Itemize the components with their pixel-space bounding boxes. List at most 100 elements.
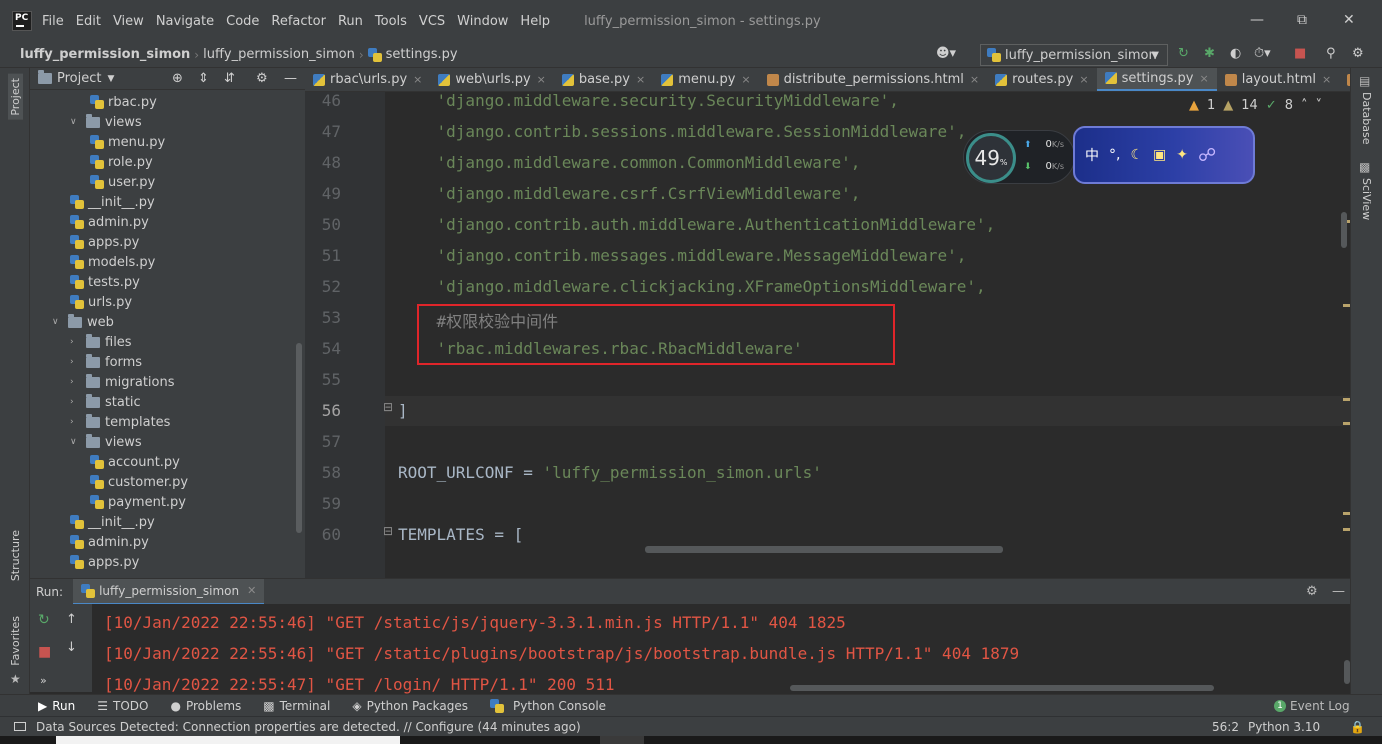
breadcrumb-file[interactable]: settings.py: [386, 47, 458, 62]
previous-highlight-icon[interactable]: ˄: [1301, 98, 1308, 113]
chevron-right-icon[interactable]: ›: [70, 337, 82, 347]
close-tab-icon[interactable]: ✕: [247, 584, 256, 597]
project-tool-tab[interactable]: Project: [8, 74, 23, 120]
python-packages-tool-tab[interactable]: ◈ Python Packages: [352, 699, 468, 713]
tree-file[interactable]: account.py: [90, 452, 180, 472]
more-actions-icon[interactable]: »: [40, 674, 47, 687]
tree-folder[interactable]: › static: [70, 392, 141, 412]
tree-file[interactable]: tests.py: [70, 272, 140, 292]
tree-file[interactable]: models.py: [70, 252, 155, 272]
python-console-tool-tab[interactable]: Python Console: [489, 698, 606, 713]
run-tab[interactable]: luffy_permission_simon ✕: [73, 578, 265, 605]
tree-folder[interactable]: › migrations: [70, 372, 175, 392]
collapse-all-icon[interactable]: ⇵: [224, 71, 235, 86]
scroll-down-icon[interactable]: ↓: [66, 640, 77, 655]
expand-all-icon[interactable]: ⇕: [198, 71, 209, 86]
close-tab-icon[interactable]: ×: [413, 73, 422, 86]
lock-icon[interactable]: 🔒: [1350, 720, 1365, 734]
menu-edit[interactable]: Edit: [76, 14, 101, 29]
skin-shirt-icon[interactable]: ▣: [1153, 147, 1166, 163]
editor-tab[interactable]: base.py ×: [554, 68, 653, 91]
inspection-widget[interactable]: ▲ 1 ▲ 14 ✓ 8 ˄ ˅: [1189, 98, 1322, 113]
project-panel-title[interactable]: Project: [57, 71, 101, 86]
scroll-up-icon[interactable]: ↑: [66, 612, 77, 627]
chevron-right-icon[interactable]: ›: [70, 417, 82, 427]
restore-icon[interactable]: ⧉: [1297, 12, 1307, 28]
tree-file[interactable]: payment.py: [90, 492, 186, 512]
menu-refactor[interactable]: Refactor: [271, 14, 326, 29]
editor-tab[interactable]: routes.py ×: [987, 68, 1096, 91]
editor-tab[interactable]: distribute_permissions.html ×: [759, 68, 988, 91]
console-vertical-scrollbar[interactable]: [1344, 660, 1350, 684]
python-interpreter[interactable]: Python 3.10: [1248, 720, 1320, 734]
database-tool-tab[interactable]: Database: [1360, 92, 1373, 145]
tree-folder[interactable]: ∨ web: [52, 312, 114, 332]
menu-run[interactable]: Run: [338, 14, 363, 29]
user-icon[interactable]: ☻▾: [936, 46, 956, 61]
editor-vertical-scrollbar[interactable]: [1341, 212, 1347, 248]
tree-file[interactable]: user.py: [90, 172, 155, 192]
close-icon[interactable]: ✕: [1343, 12, 1355, 28]
rerun-icon[interactable]: ↻: [38, 612, 50, 628]
editor-tab[interactable]: settings.py ×: [1096, 68, 1217, 91]
star-icon[interactable]: ★: [10, 672, 21, 686]
debug-icon[interactable]: ✱: [1204, 46, 1215, 61]
search-icon[interactable]: ⚲: [1326, 46, 1336, 61]
run-tool-tab[interactable]: ▶ Run: [38, 699, 75, 713]
fold-marker-icon[interactable]: ⊟: [383, 524, 393, 538]
problems-tool-tab[interactable]: ● Problems: [170, 699, 241, 713]
tree-folder[interactable]: ∨ views: [70, 112, 142, 132]
moon-icon[interactable]: ☾: [1130, 147, 1143, 163]
tree-file[interactable]: apps.py: [70, 552, 139, 572]
editor-tab[interactable]: web\urls.py ×: [430, 68, 554, 91]
tree-folder[interactable]: › templates: [70, 412, 170, 432]
gear-icon[interactable]: ⚙: [1306, 584, 1318, 599]
hide-panel-icon[interactable]: —: [284, 71, 297, 86]
close-tab-icon[interactable]: ×: [537, 73, 546, 86]
chevron-down-icon[interactable]: ∨: [70, 117, 82, 127]
console-horizontal-scrollbar[interactable]: [790, 685, 1214, 691]
menu-file[interactable]: File: [42, 14, 64, 29]
sciview-tool-tab[interactable]: SciView: [1360, 178, 1373, 220]
editor-horizontal-scrollbar[interactable]: [645, 546, 1003, 553]
input-method-toolbar[interactable]: 中 °, ☾ ▣ ✦ ☍: [1073, 126, 1255, 184]
close-tab-icon[interactable]: ×: [1322, 73, 1331, 86]
tree-file[interactable]: role.py: [90, 152, 153, 172]
editor-tab[interactable]: rbac\urls.py ×: [305, 68, 430, 91]
editor-tab[interactable]: change: [1339, 68, 1350, 91]
chevron-right-icon[interactable]: ›: [70, 377, 82, 387]
chevron-right-icon[interactable]: ›: [70, 397, 82, 407]
stop-icon[interactable]: ■: [38, 644, 51, 660]
hide-panel-icon[interactable]: —: [1332, 584, 1345, 599]
project-tree-scrollbar[interactable]: [296, 343, 302, 533]
breadcrumb-project[interactable]: luffy_permission_simon: [20, 47, 190, 62]
tree-file[interactable]: apps.py: [70, 232, 139, 252]
tree-file[interactable]: admin.py: [70, 532, 149, 552]
menu-help[interactable]: Help: [520, 14, 550, 29]
ime-mode-label[interactable]: 中: [1085, 145, 1099, 165]
tree-file[interactable]: rbac.py: [90, 92, 157, 112]
tree-folder[interactable]: › files: [70, 332, 132, 352]
close-tab-icon[interactable]: ×: [636, 73, 645, 86]
tree-file[interactable]: admin.py: [70, 212, 149, 232]
rerun-icon[interactable]: ↻: [1178, 46, 1189, 61]
menu-window[interactable]: Window: [457, 14, 508, 29]
todo-tool-tab[interactable]: ☰ TODO: [97, 699, 148, 713]
menu-code[interactable]: Code: [226, 14, 259, 29]
stop-icon[interactable]: ■: [1294, 46, 1306, 61]
chevron-down-icon[interactable]: ∨: [52, 317, 64, 327]
menu-tools[interactable]: Tools: [375, 14, 407, 29]
minimize-icon[interactable]: —: [1250, 12, 1264, 28]
toggle-tool-windows-icon[interactable]: [14, 722, 26, 731]
tree-folder[interactable]: ∨ views: [70, 432, 142, 452]
chevron-down-icon[interactable]: ▼: [107, 74, 114, 84]
close-tab-icon[interactable]: ×: [1199, 72, 1208, 85]
caret-position[interactable]: 56:2: [1212, 720, 1239, 734]
coverage-icon[interactable]: ◐: [1230, 46, 1241, 61]
tree-file[interactable]: customer.py: [90, 472, 188, 492]
tree-folder[interactable]: › forms: [70, 352, 142, 372]
menu-view[interactable]: View: [113, 14, 144, 29]
editor-tab[interactable]: layout.html ×: [1217, 68, 1340, 91]
structure-tool-tab[interactable]: Structure: [9, 530, 22, 581]
profile-icon[interactable]: ⏱▾: [1254, 46, 1271, 61]
